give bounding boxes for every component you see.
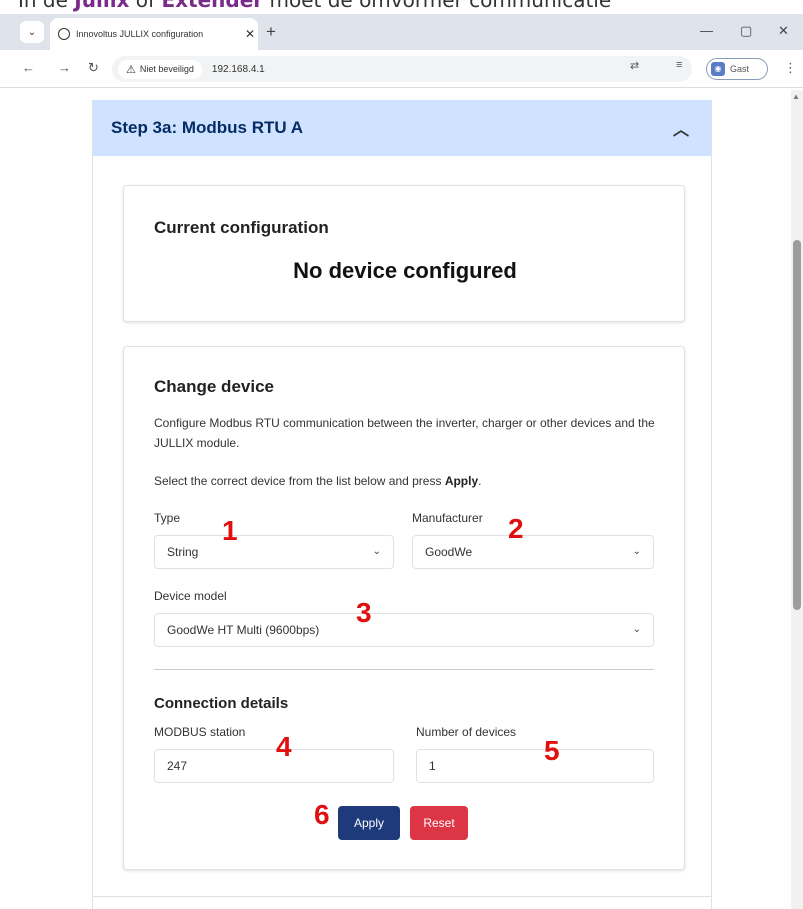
manufacturer-select[interactable]: GoodWe ⌄	[412, 535, 654, 569]
manufacturer-selected-value: GoodWe	[425, 545, 473, 559]
scroll-up-icon[interactable]: ▲	[792, 92, 800, 101]
annotation-badge-2: 2	[508, 513, 524, 544]
accordion-title: Step 3a: Modbus RTU A	[111, 118, 304, 137]
close-icon[interactable]: ✕	[242, 27, 258, 41]
modbus-station-input[interactable]: 247	[154, 749, 394, 783]
plus-icon[interactable]: +	[266, 22, 276, 42]
number-of-devices-label: Number of devices	[416, 725, 517, 739]
apply-button[interactable]: Apply	[338, 806, 400, 840]
reload-icon[interactable]: ↻	[88, 60, 99, 76]
chevron-up-icon[interactable]: ︿	[673, 116, 689, 140]
configuration-status: No device configured	[293, 258, 517, 283]
cast-icon[interactable]: ≡	[676, 59, 682, 71]
instruction-suffix: .	[478, 474, 482, 488]
annotation-badge-4: 4	[276, 731, 292, 762]
annotation-badge-1: 1	[222, 515, 238, 546]
profile-button[interactable]: ◉ Gast	[706, 58, 768, 80]
reset-button[interactable]: Reset	[410, 806, 468, 840]
close-window-icon[interactable]: ✕	[778, 23, 789, 39]
security-label: Niet beveiligd	[139, 64, 194, 74]
change-device-card: Change device Configure Modbus RTU commu…	[123, 346, 685, 870]
modbus-station-label: MODBUS station	[154, 725, 246, 739]
document-heading-clipped: In de Jullix of Extender moet de omvorme…	[0, 0, 803, 14]
security-chip[interactable]: ⚠ Niet beveiligd	[118, 59, 202, 79]
back-icon[interactable]: ←	[22, 60, 35, 75]
heading-text: In de	[18, 0, 75, 12]
annotation-badge-6: 6	[314, 799, 330, 830]
warning-icon: ⚠	[126, 63, 136, 76]
number-of-devices-value: 1	[429, 759, 436, 773]
chevron-down-icon: ⌄	[372, 546, 381, 557]
type-select[interactable]: String ⌄	[154, 535, 394, 569]
device-model-label: Device model	[154, 589, 227, 603]
page-scrollbar[interactable]: ▲	[791, 90, 803, 909]
tab-title: Innovoltus JULLIX configuration	[76, 29, 204, 39]
browser-tab[interactable]: Innovoltus JULLIX configuration ✕	[50, 18, 258, 50]
heading-brand-jullix: Jullix	[74, 0, 130, 12]
heading-text: moet de omvormer communicatie	[263, 0, 612, 12]
chevron-down-icon: ⌄	[632, 546, 641, 557]
kebab-icon[interactable]: ⋮	[784, 60, 797, 76]
current-configuration-heading: Current configuration	[154, 218, 329, 237]
connection-details-heading: Connection details	[154, 695, 289, 712]
translate-icon[interactable]: ⇄	[630, 59, 639, 72]
address-bar[interactable]: ⚠ Niet beveiligd 192.168.4.1	[112, 56, 692, 82]
device-model-selected-value: GoodWe HT Multi (9600bps)	[167, 623, 320, 637]
accordion-header-step3a[interactable]: Step 3a: Modbus RTU A ︿	[93, 100, 711, 156]
next-accordion-item[interactable]	[93, 896, 711, 909]
change-device-heading: Change device	[154, 377, 274, 396]
instruction-text: Select the correct device from the list …	[154, 474, 445, 488]
accordion-container: Step 3a: Modbus RTU A ︿ Current configur…	[92, 100, 712, 909]
device-model-select[interactable]: GoodWe HT Multi (9600bps) ⌄	[154, 613, 654, 647]
avatar-icon: ◉	[711, 62, 725, 76]
current-configuration-card: Current configuration No device configur…	[123, 185, 685, 322]
browser-tab-bar: ⌄ Innovoltus JULLIX configuration ✕ + — …	[0, 14, 803, 50]
annotation-badge-5: 5	[544, 735, 560, 766]
modbus-station-value: 247	[167, 759, 188, 773]
heading-text: of	[129, 0, 162, 12]
instruction-bold: Apply	[444, 474, 479, 488]
maximize-icon[interactable]: ▢	[740, 23, 752, 39]
url-text: 192.168.4.1	[211, 63, 265, 75]
manufacturer-label: Manufacturer	[412, 511, 483, 525]
minimize-icon[interactable]: —	[700, 23, 713, 38]
annotation-badge-3: 3	[356, 597, 372, 628]
profile-label: Gast	[730, 64, 750, 74]
number-of-devices-input[interactable]: 1	[416, 749, 654, 783]
tab-search-button[interactable]: ⌄	[20, 21, 44, 43]
chevron-down-icon: ⌄	[632, 624, 641, 635]
scrollbar-thumb[interactable]	[793, 240, 801, 610]
change-device-description: Configure Modbus RTU communication betwe…	[154, 416, 655, 450]
heading-brand-extender: Extender	[161, 0, 264, 12]
forward-icon[interactable]: →	[58, 60, 71, 75]
section-divider	[154, 669, 654, 670]
globe-icon	[58, 28, 70, 40]
type-label: Type	[154, 511, 181, 525]
chevron-down-icon: ⌄	[27, 26, 37, 38]
change-device-instruction: Select the correct device from the list …	[154, 471, 664, 491]
type-selected-value: String	[167, 545, 199, 559]
browser-toolbar: ← → ↻ ⚠ Niet beveiligd 192.168.4.1 ⇄ ≡ ◉…	[0, 50, 803, 88]
